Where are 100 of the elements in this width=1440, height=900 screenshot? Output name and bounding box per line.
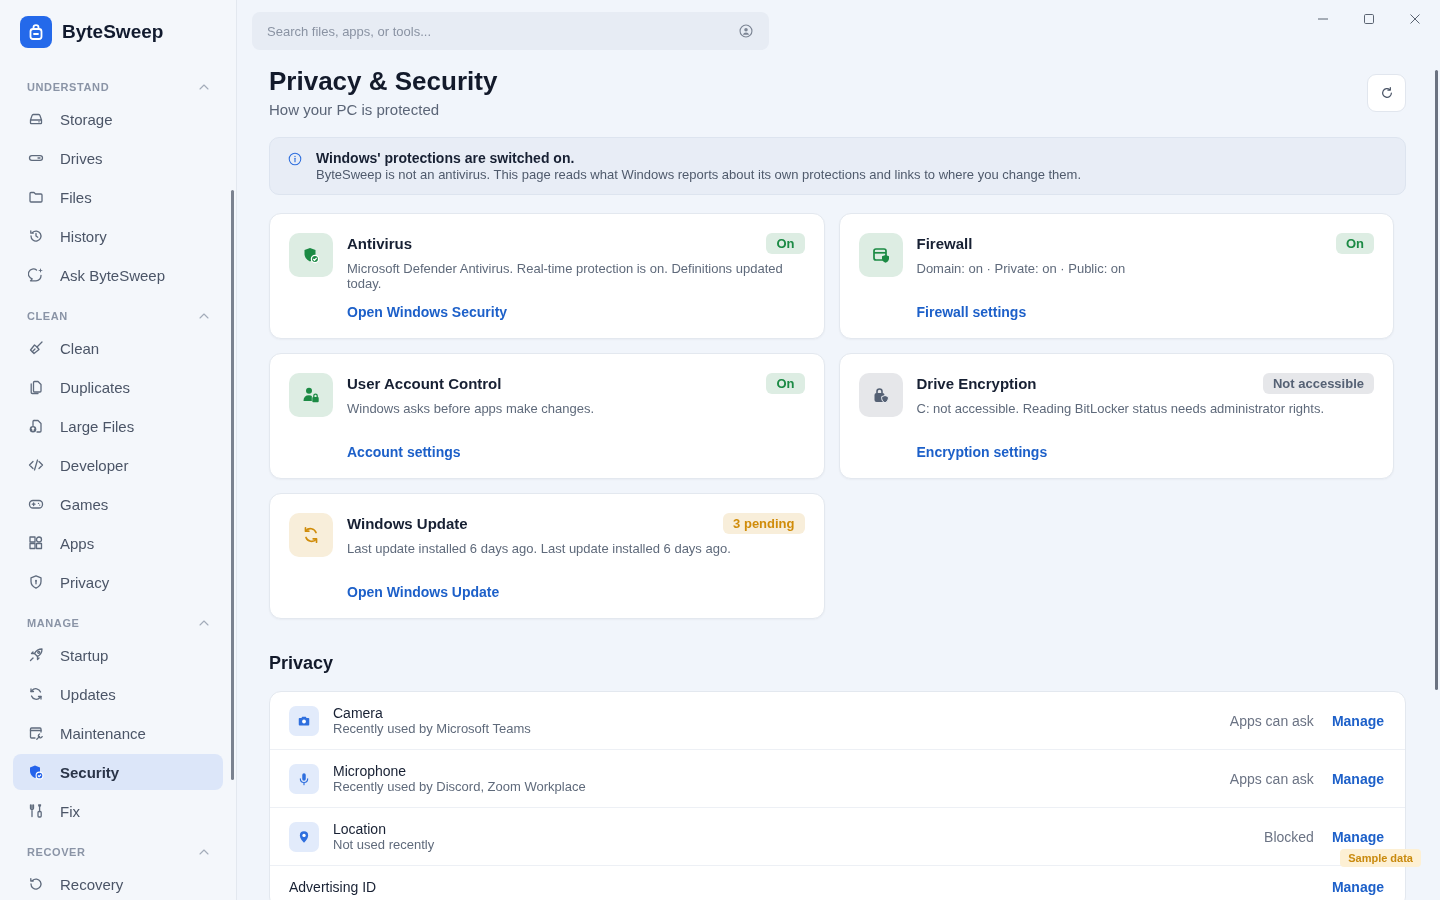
status-badge: Not accessible [1262, 373, 1374, 394]
sample-data-badge: Sample data [1340, 849, 1421, 867]
card-title: User Account Control [347, 373, 502, 394]
apps-grid-icon [28, 535, 44, 551]
permission-status: Apps can ask [1229, 712, 1314, 729]
nav-item[interactable]: Updates [13, 676, 223, 712]
nav-item[interactable]: Developer [13, 447, 223, 483]
history-icon [28, 228, 44, 244]
refresh-icon [28, 686, 44, 702]
status-badge: 3 pending [723, 513, 805, 534]
nav-item[interactable]: Ask ByteSweep [13, 257, 223, 293]
permission-status: Blocked [1264, 828, 1314, 845]
hard-drive-icon [28, 111, 44, 127]
nav-item[interactable]: Security [13, 754, 223, 790]
page-subtitle: How your PC is protected [269, 100, 441, 120]
settings-link[interactable]: Account settings [347, 443, 461, 461]
rocket-icon [28, 647, 44, 663]
nav-item[interactable]: Apps [13, 525, 223, 561]
nav-item[interactable]: Large Files [13, 408, 223, 444]
section-heading: CLEAN [27, 310, 68, 322]
settings-link[interactable]: Open Windows Update [347, 583, 500, 601]
file-upload-icon [28, 418, 44, 434]
info-icon [288, 152, 302, 166]
status-badge: On [1335, 233, 1374, 254]
refresh-icon [1379, 86, 1394, 100]
nav-item[interactable]: Duplicates [13, 369, 223, 405]
permission-detail: Recently used by Microsoft Teams [333, 721, 532, 736]
notice-text: ByteSweep is not an antivirus. This page reads what Windows reports about its own protections and links to where you change them. [316, 167, 1081, 182]
card-description: Windows asks before apps make changes. [347, 401, 595, 416]
notice-title: Windows' protections are switched on. [316, 149, 576, 167]
card-description: Microsoft Defender Antivirus. Real-time protection is on. Definitions updated today. [347, 261, 784, 291]
search-field[interactable]: Search files, apps, or tools... [252, 12, 769, 50]
settings-link[interactable]: Firewall settings [916, 303, 1027, 321]
user-circle-icon[interactable] [739, 24, 753, 38]
nav-item[interactable]: Storage [13, 101, 223, 137]
card-title: Antivirus [347, 233, 412, 254]
card-title: Drive Encryption [916, 373, 1037, 394]
manage-link[interactable]: Manage [1331, 879, 1384, 895]
nav-item[interactable]: Drives [13, 140, 223, 176]
permission-status: Apps can ask [1229, 770, 1314, 787]
section-heading: RECOVER [27, 846, 86, 858]
nav-item[interactable]: Games [13, 486, 223, 522]
chat-sparkle-icon [28, 267, 44, 283]
nav-item[interactable]: Files [13, 179, 223, 215]
nav-item[interactable]: Clean [13, 330, 223, 366]
permission-detail: Recently used by Discord, Zoom Workplace [333, 779, 587, 794]
maximize-icon[interactable] [1363, 13, 1375, 25]
chevron-up-icon[interactable] [199, 620, 209, 626]
manage-link[interactable]: Manage [1331, 770, 1384, 787]
manage-link[interactable]: Manage [1331, 828, 1384, 845]
shield-icon [28, 574, 44, 590]
app-name: ByteSweep [62, 21, 164, 43]
section-title: Privacy [269, 652, 335, 675]
microphone-icon [289, 763, 319, 794]
card-title: Windows Update [347, 513, 468, 534]
broom-icon [28, 340, 44, 356]
camera-icon [289, 705, 319, 736]
permission-detail: Not used recently [333, 837, 436, 852]
refresh-button[interactable] [1367, 74, 1406, 112]
nav-item[interactable]: Fix [13, 793, 223, 829]
permission-name: Advertising ID [289, 879, 378, 895]
status-badge: On [766, 233, 805, 254]
tools-icon [28, 803, 44, 819]
permission-name: Location [333, 821, 387, 837]
chevron-up-icon[interactable] [199, 313, 209, 319]
nav-item[interactable]: History [13, 218, 223, 254]
page-title: Privacy & Security [269, 65, 498, 97]
shield-check-icon [28, 764, 44, 780]
nav-item[interactable]: Maintenance [13, 715, 223, 751]
shield-check-icon [289, 233, 333, 277]
window-wrench-icon [28, 725, 44, 741]
section-heading: UNDERSTAND [27, 81, 110, 93]
settings-link[interactable]: Open Windows Security [347, 303, 508, 321]
nav-item[interactable]: Startup [13, 637, 223, 673]
card-description: Last update installed 6 days ago. Last update installed 6 days ago. [347, 541, 731, 556]
lock-shield-icon [858, 373, 903, 417]
copy-icon [28, 379, 44, 395]
logo-icon [20, 16, 52, 48]
card-description: Domain: on · Private: on · Public: on [916, 261, 1126, 276]
code-icon [28, 457, 44, 473]
folder-icon [28, 189, 44, 205]
scrollbar-thumb[interactable] [231, 190, 234, 780]
section-heading: MANAGE [27, 617, 80, 629]
refresh-icon [289, 513, 333, 557]
card-description: C: not accessible. Reading BitLocker status needs administrator rights. [916, 401, 1325, 416]
close-icon[interactable] [1409, 13, 1421, 25]
chevron-up-icon[interactable] [199, 84, 209, 90]
permission-name: Microphone [333, 763, 408, 779]
nav-item[interactable]: Privacy [13, 564, 223, 600]
status-badge: On [766, 373, 805, 394]
nav-item[interactable]: Recovery [13, 866, 223, 900]
scrollbar-thumb[interactable] [1435, 70, 1438, 690]
permission-name: Camera [333, 705, 384, 721]
manage-link[interactable]: Manage [1331, 712, 1384, 729]
location-pin-icon [289, 821, 319, 852]
card-title: Firewall [916, 233, 973, 254]
user-lock-icon [289, 373, 333, 417]
settings-link[interactable]: Encryption settings [916, 443, 1048, 461]
window-shield-icon [858, 233, 903, 277]
chevron-up-icon[interactable] [199, 849, 209, 855]
